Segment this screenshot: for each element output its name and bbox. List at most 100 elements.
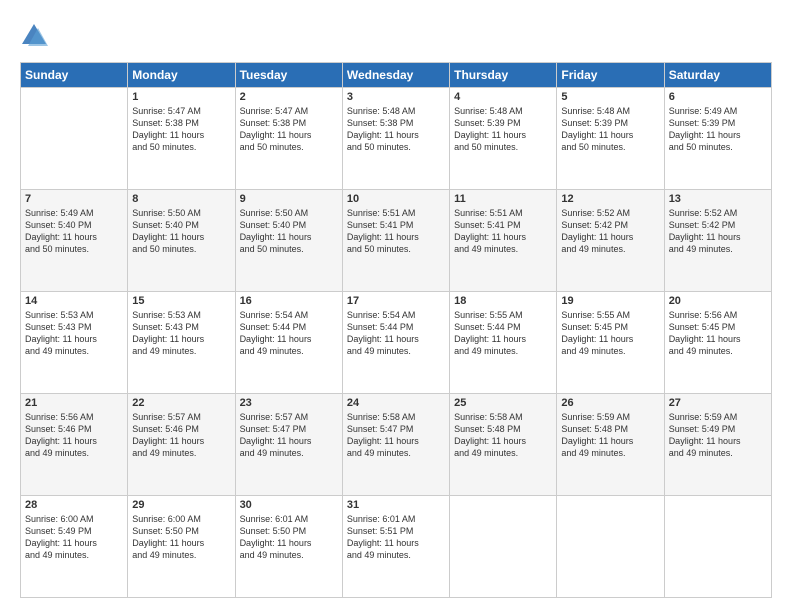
day-info: Sunrise: 5:58 AMSunset: 5:48 PMDaylight:… [454,411,552,460]
calendar-cell: 26Sunrise: 5:59 AMSunset: 5:48 PMDayligh… [557,394,664,496]
calendar-cell: 6 Sunrise: 5:49 AMSunset: 5:39 PMDaylight… [664,88,771,190]
calendar-cell [557,496,664,598]
week-row-2: 14 Sunrise: 5:53 AMSunset: 5:43 PMDayligh… [21,292,772,394]
day-number: 14 [25,295,123,307]
day-info: Sunrise: 5:51 AMSunset: 5:41 PMDaylight:… [454,207,552,256]
calendar-cell: 12 Sunrise: 5:52 AMSunset: 5:42 PMDayligh… [557,190,664,292]
calendar-cell: 8Sunrise: 5:50 AMSunset: 5:40 PMDaylight… [128,190,235,292]
day-info: Sunrise: 6:01 AMSunset: 5:50 PMDaylight:… [240,513,338,562]
day-number: 11 [454,193,552,205]
calendar: SundayMondayTuesdayWednesdayThursdayFrid… [20,62,772,598]
calendar-cell: 9 Sunrise: 5:50 AMSunset: 5:40 PMDaylight… [235,190,342,292]
calendar-cell: 31 Sunrise: 6:01 AMSunset: 5:51 PMDayligh… [342,496,449,598]
calendar-cell: 13Sunrise: 5:52 AMSunset: 5:42 PMDayligh… [664,190,771,292]
day-number: 28 [25,499,123,511]
calendar-cell: 14 Sunrise: 5:53 AMSunset: 5:43 PMDayligh… [21,292,128,394]
day-number: 18 [454,295,552,307]
logo-icon [20,22,48,50]
day-info: Sunrise: 5:51 AMSunset: 5:41 PMDaylight:… [347,207,445,256]
calendar-cell: 24 Sunrise: 5:58 AMSunset: 5:47 PMDayligh… [342,394,449,496]
calendar-cell: 4Sunrise: 5:48 AMSunset: 5:39 PMDaylight… [450,88,557,190]
day-info: Sunrise: 5:49 AMSunset: 5:40 PMDaylight:… [25,207,123,256]
day-info: Sunrise: 5:50 AMSunset: 5:40 PMDaylight:… [132,207,230,256]
day-info: Sunrise: 6:00 AMSunset: 5:49 PMDaylight:… [25,513,123,562]
day-number: 9 [240,193,338,205]
day-number: 17 [347,295,445,307]
day-number: 23 [240,397,338,409]
header-day-monday: Monday [128,63,235,88]
day-number: 24 [347,397,445,409]
day-number: 21 [25,397,123,409]
calendar-cell: 21 Sunrise: 5:56 AMSunset: 5:46 PMDayligh… [21,394,128,496]
calendar-cell: 28 Sunrise: 6:00 AMSunset: 5:49 PMDayligh… [21,496,128,598]
day-number: 10 [347,193,445,205]
calendar-cell: 11 Sunrise: 5:51 AMSunset: 5:41 PMDayligh… [450,190,557,292]
calendar-cell: 20Sunrise: 5:56 AMSunset: 5:45 PMDayligh… [664,292,771,394]
day-info: Sunrise: 6:00 AMSunset: 5:50 PMDaylight:… [132,513,230,562]
week-row-0: 1 Sunrise: 5:47 AMSunset: 5:38 PMDaylight… [21,88,772,190]
header-row: SundayMondayTuesdayWednesdayThursdayFrid… [21,63,772,88]
calendar-cell: 10 Sunrise: 5:51 AMSunset: 5:41 PMDayligh… [342,190,449,292]
day-number: 12 [561,193,659,205]
day-info: Sunrise: 5:53 AMSunset: 5:43 PMDaylight:… [25,309,123,358]
day-info: Sunrise: 5:56 AMSunset: 5:45 PMDaylight:… [669,309,767,358]
day-info: Sunrise: 5:55 AMSunset: 5:44 PMDaylight:… [454,309,552,358]
day-info: Sunrise: 5:48 AMSunset: 5:39 PMDaylight:… [561,105,659,154]
calendar-cell: 23 Sunrise: 5:57 AMSunset: 5:47 PMDayligh… [235,394,342,496]
day-number: 13 [669,193,767,205]
day-info: Sunrise: 5:59 AMSunset: 5:48 PMDaylight:… [561,411,659,460]
header [20,18,772,50]
calendar-cell: 22 Sunrise: 5:57 AMSunset: 5:46 PMDayligh… [128,394,235,496]
day-info: Sunrise: 5:48 AMSunset: 5:38 PMDaylight:… [347,105,445,154]
day-number: 16 [240,295,338,307]
day-info: Sunrise: 5:47 AMSunset: 5:38 PMDaylight:… [240,105,338,154]
week-row-4: 28 Sunrise: 6:00 AMSunset: 5:49 PMDayligh… [21,496,772,598]
day-info: Sunrise: 5:55 AMSunset: 5:45 PMDaylight:… [561,309,659,358]
day-number: 5 [561,91,659,103]
calendar-header: SundayMondayTuesdayWednesdayThursdayFrid… [21,63,772,88]
day-info: Sunrise: 5:54 AMSunset: 5:44 PMDaylight:… [347,309,445,358]
day-info: Sunrise: 5:47 AMSunset: 5:38 PMDaylight:… [132,105,230,154]
calendar-body: 1 Sunrise: 5:47 AMSunset: 5:38 PMDaylight… [21,88,772,598]
calendar-cell: 17 Sunrise: 5:54 AMSunset: 5:44 PMDayligh… [342,292,449,394]
day-info: Sunrise: 6:01 AMSunset: 5:51 PMDaylight:… [347,513,445,562]
calendar-cell: 7 Sunrise: 5:49 AMSunset: 5:40 PMDaylight… [21,190,128,292]
day-number: 30 [240,499,338,511]
day-number: 19 [561,295,659,307]
calendar-cell: 29 Sunrise: 6:00 AMSunset: 5:50 PMDayligh… [128,496,235,598]
calendar-cell: 27Sunrise: 5:59 AMSunset: 5:49 PMDayligh… [664,394,771,496]
day-number: 1 [132,91,230,103]
calendar-cell: 1 Sunrise: 5:47 AMSunset: 5:38 PMDaylight… [128,88,235,190]
calendar-cell: 25 Sunrise: 5:58 AMSunset: 5:48 PMDayligh… [450,394,557,496]
calendar-cell: 30 Sunrise: 6:01 AMSunset: 5:50 PMDayligh… [235,496,342,598]
day-info: Sunrise: 5:58 AMSunset: 5:47 PMDaylight:… [347,411,445,460]
logo [20,22,52,50]
day-info: Sunrise: 5:50 AMSunset: 5:40 PMDaylight:… [240,207,338,256]
header-day-saturday: Saturday [664,63,771,88]
day-number: 6 [669,91,767,103]
day-number: 4 [454,91,552,103]
day-info: Sunrise: 5:53 AMSunset: 5:43 PMDaylight:… [132,309,230,358]
calendar-cell: 16 Sunrise: 5:54 AMSunset: 5:44 PMDayligh… [235,292,342,394]
day-info: Sunrise: 5:57 AMSunset: 5:46 PMDaylight:… [132,411,230,460]
day-number: 31 [347,499,445,511]
day-info: Sunrise: 5:54 AMSunset: 5:44 PMDaylight:… [240,309,338,358]
header-day-tuesday: Tuesday [235,63,342,88]
day-number: 7 [25,193,123,205]
calendar-cell [21,88,128,190]
day-number: 22 [132,397,230,409]
calendar-cell: 18 Sunrise: 5:55 AMSunset: 5:44 PMDayligh… [450,292,557,394]
header-day-friday: Friday [557,63,664,88]
header-day-thursday: Thursday [450,63,557,88]
day-info: Sunrise: 5:56 AMSunset: 5:46 PMDaylight:… [25,411,123,460]
calendar-cell: 19 Sunrise: 5:55 AMSunset: 5:45 PMDayligh… [557,292,664,394]
day-number: 25 [454,397,552,409]
calendar-cell: 2Sunrise: 5:47 AMSunset: 5:38 PMDaylight… [235,88,342,190]
day-info: Sunrise: 5:49 AMSunset: 5:39 PMDaylight:… [669,105,767,154]
day-number: 29 [132,499,230,511]
calendar-cell [664,496,771,598]
calendar-cell [450,496,557,598]
day-number: 15 [132,295,230,307]
day-info: Sunrise: 5:52 AMSunset: 5:42 PMDaylight:… [561,207,659,256]
day-info: Sunrise: 5:57 AMSunset: 5:47 PMDaylight:… [240,411,338,460]
